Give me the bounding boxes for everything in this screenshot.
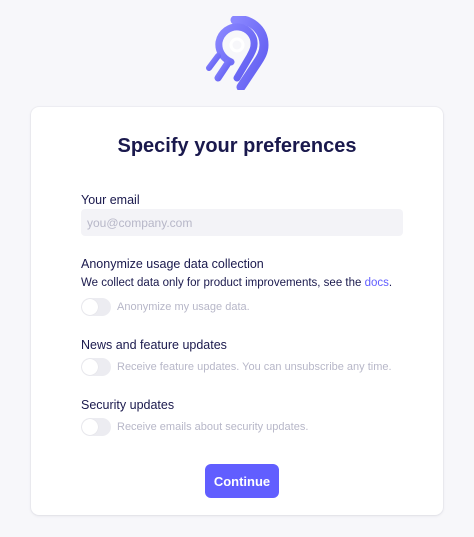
- anonymize-description: We collect data only for product improve…: [81, 276, 392, 291]
- news-heading: News and feature updates: [81, 338, 227, 352]
- page-title: Specify your preferences: [117, 135, 357, 157]
- anonymize-toggle-label: Anonymize my usage data.: [117, 301, 250, 313]
- airbyte-logo-icon: [206, 16, 269, 90]
- email-field[interactable]: [81, 209, 403, 236]
- security-toggle[interactable]: [81, 418, 111, 436]
- continue-button[interactable]: Continue: [205, 464, 279, 498]
- anonymize-heading: Anonymize usage data collection: [81, 257, 264, 271]
- toggle-knob: [82, 299, 98, 315]
- anonymize-description-text: We collect data only for product improve…: [81, 277, 365, 289]
- news-toggle[interactable]: [81, 358, 111, 376]
- toggle-knob: [82, 419, 98, 435]
- anonymize-toggle[interactable]: [81, 298, 111, 316]
- email-label: Your email: [81, 193, 140, 207]
- news-toggle-label: Receive feature updates. You can unsubsc…: [117, 361, 392, 373]
- security-toggle-label: Receive emails about security updates.: [117, 421, 309, 433]
- toggle-knob: [82, 359, 98, 375]
- security-heading: Security updates: [81, 398, 175, 412]
- docs-link[interactable]: docs: [365, 277, 389, 289]
- anonymize-description-end: .: [388, 277, 393, 289]
